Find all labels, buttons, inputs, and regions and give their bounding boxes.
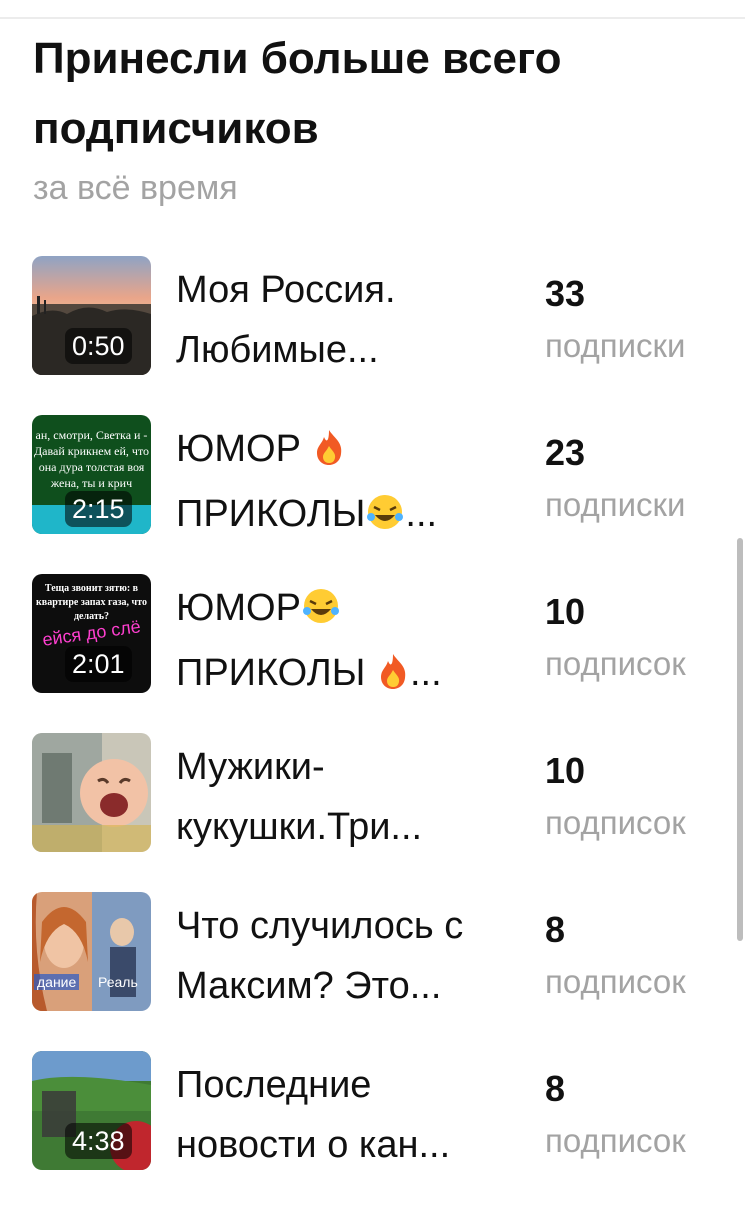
duration-badge: 4:38	[65, 1123, 132, 1159]
fire-emoji-icon	[312, 424, 346, 484]
scrollbar[interactable]	[737, 538, 743, 941]
thumbnail-caption-text: ан, смотри, Светка и - Давай крикнем ей,…	[33, 428, 150, 490]
subscriber-count-label: подписок	[545, 804, 686, 841]
section-subtitle: за всё время	[33, 169, 238, 207]
video-title[interactable]: ЮМОР ПРИКОЛЫ ...	[176, 419, 516, 549]
video-title[interactable]: Моя Россия. Любимые...	[176, 260, 516, 380]
duration-badge: 0:50	[65, 328, 132, 364]
section-title: Принесли больше всего подписчиков	[33, 34, 562, 153]
subscriber-count: 10	[545, 750, 586, 791]
thumbnail-caption-left: дание	[34, 974, 80, 990]
subscriber-count-label: подписки	[545, 327, 686, 364]
video-list: 0:50 Моя Россия. Любимые... 33 подписки …	[0, 254, 745, 1208]
subscriber-count: 23	[545, 432, 586, 473]
duration-badge: 2:15	[65, 491, 132, 527]
video-title[interactable]: Последние новости о кан...	[176, 1055, 516, 1175]
subscriber-count-label: подписок	[545, 963, 686, 1000]
subscriber-count: 10	[545, 591, 586, 632]
subscriber-count-label: подписок	[545, 645, 686, 682]
sunset-landscape-thumbnail[interactable]: 0:50	[32, 256, 151, 375]
list-item[interactable]: Мужики- кукушки.Три... 10 подписок	[0, 731, 745, 890]
list-item[interactable]: Теща звонит зятю: в квартире запах газа,…	[0, 572, 745, 731]
list-item[interactable]: дание Реаль Что случилось с Максим? Это.…	[0, 890, 745, 1049]
text-story-thumbnail[interactable]: ан, смотри, Светка и - Давай крикнем ей,…	[32, 415, 151, 534]
list-item[interactable]: 4:38 Последние новости о кан... 8 подпис…	[0, 1049, 745, 1208]
video-title[interactable]: ЮМОР ПРИКОЛЫ ...	[176, 578, 516, 708]
dog-grass-thumbnail[interactable]: 4:38	[32, 1051, 151, 1170]
banknote-baby-thumbnail[interactable]	[32, 733, 151, 852]
video-title[interactable]: Что случилось с Максим? Это...	[176, 896, 516, 1016]
subscriber-count-label: подписки	[545, 486, 686, 523]
list-item[interactable]: ан, смотри, Светка и - Давай крикнем ей,…	[0, 413, 745, 572]
laughing-emoji-icon	[365, 489, 405, 549]
fire-emoji-icon	[376, 648, 410, 708]
woman-portrait-thumbnail[interactable]: дание Реаль	[32, 892, 151, 1011]
joke-text-thumbnail[interactable]: Теща звонит зятю: в квартире запах газа,…	[32, 574, 151, 693]
top-divider	[0, 17, 745, 19]
subscriber-count-label: подписок	[545, 1122, 686, 1159]
laughing-emoji-icon	[301, 583, 341, 643]
duration-badge: 2:01	[65, 646, 132, 682]
subscriber-count: 8	[545, 909, 566, 950]
list-item[interactable]: 0:50 Моя Россия. Любимые... 33 подписки	[0, 254, 745, 413]
subscriber-count: 8	[545, 1068, 566, 1109]
subscriber-count: 33	[545, 273, 586, 314]
video-title[interactable]: Мужики- кукушки.Три...	[176, 737, 516, 857]
thumbnail-caption-right: Реаль	[98, 974, 138, 990]
